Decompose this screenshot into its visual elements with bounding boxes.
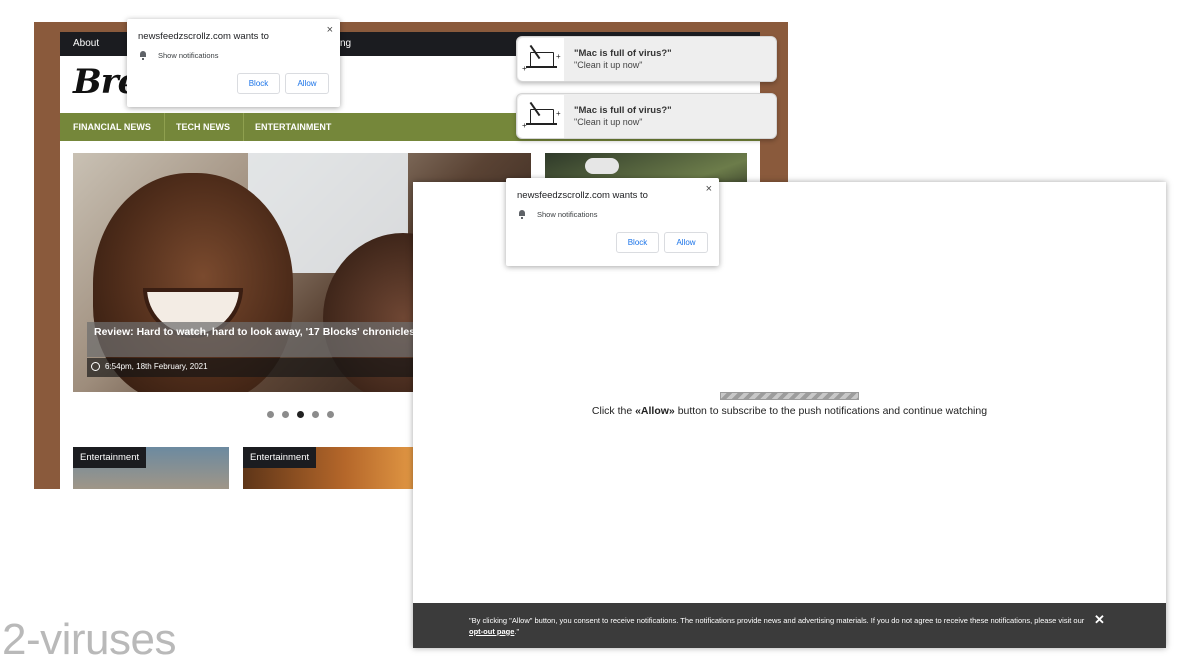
topnav-about-link[interactable]: About (73, 38, 99, 49)
allow-button[interactable]: Allow (285, 73, 329, 94)
permission-site-text: newsfeedzscrollz.com wants to (138, 31, 269, 42)
permission-site-text: newsfeedzscrollz.com wants to (517, 190, 648, 201)
toast-body: "Clean it up now" (574, 60, 643, 70)
notification-permission-popup: newsfeedzscrollz.com wants to × Show not… (127, 19, 340, 107)
category-tag[interactable]: Entertainment (73, 447, 147, 468)
consent-bar: "By clicking "Allow" button, you consent… (413, 603, 1166, 648)
close-icon[interactable]: × (706, 183, 712, 195)
scam-notification-toast[interactable]: + + "Mac is full of virus?" "Clean it up … (516, 36, 777, 82)
watermark: 2-viruses (2, 615, 177, 664)
toast-body: "Clean it up now" (574, 117, 643, 127)
toast-title: "Mac is full of virus?" (574, 105, 672, 116)
topnav-partial-link[interactable]: ng (340, 38, 351, 49)
close-icon[interactable]: × (327, 24, 333, 36)
article-card[interactable]: Entertainment (243, 447, 413, 489)
consent-message: "By clicking "Allow" button, you consent… (469, 616, 1089, 637)
allow-instruction: Click the «Allow» button to subscribe to… (413, 405, 1166, 417)
laptop-broom-icon: + + (518, 95, 564, 138)
consent-text: "By clicking "Allow" button, you consent… (469, 616, 1085, 625)
category-tag[interactable]: Entertainment (243, 447, 317, 468)
block-button[interactable]: Block (237, 73, 280, 94)
scam-notification-toast[interactable]: + + "Mac is full of virus?" "Clean it up … (516, 93, 777, 139)
instruction-allow-emphasis: «Allow» (635, 405, 675, 417)
nav-entertainment[interactable]: ENTERTAINMENT (242, 113, 344, 141)
permission-type: Show notifications (537, 210, 598, 219)
notification-permission-popup: newsfeedzscrollz.com wants to × Show not… (506, 178, 719, 266)
bell-icon (139, 51, 147, 60)
block-button[interactable]: Block (616, 232, 659, 253)
carousel-dot-active[interactable] (297, 411, 304, 418)
bell-icon (518, 210, 526, 219)
carousel-dot[interactable] (282, 411, 289, 418)
laptop-broom-icon: + + (518, 38, 564, 81)
opt-out-link[interactable]: opt-out page (469, 627, 514, 636)
nav-tech-news[interactable]: TECH NEWS (163, 113, 244, 141)
instruction-text: Click the (591, 405, 636, 417)
carousel-dot[interactable] (327, 411, 334, 418)
clock-icon (91, 362, 100, 371)
carousel-dot[interactable] (312, 411, 319, 418)
consent-text-end: ." (514, 626, 520, 636)
carousel-dots (267, 405, 342, 418)
thumbnail-photo-object (585, 158, 619, 174)
nav-financial-news[interactable]: FINANCIAL NEWS (60, 113, 165, 141)
article-card[interactable]: Entertainment (73, 447, 229, 489)
loading-progress-bar (720, 392, 859, 400)
carousel-dot[interactable] (267, 411, 274, 418)
permission-type: Show notifications (158, 51, 219, 60)
hero-date: 6:54pm, 18th February, 2021 (105, 362, 208, 371)
close-icon[interactable]: ✕ (1094, 612, 1105, 628)
instruction-text: button to subscribe to the push notifica… (674, 405, 988, 417)
allow-button[interactable]: Allow (664, 232, 708, 253)
toast-title: "Mac is full of virus?" (574, 48, 672, 59)
